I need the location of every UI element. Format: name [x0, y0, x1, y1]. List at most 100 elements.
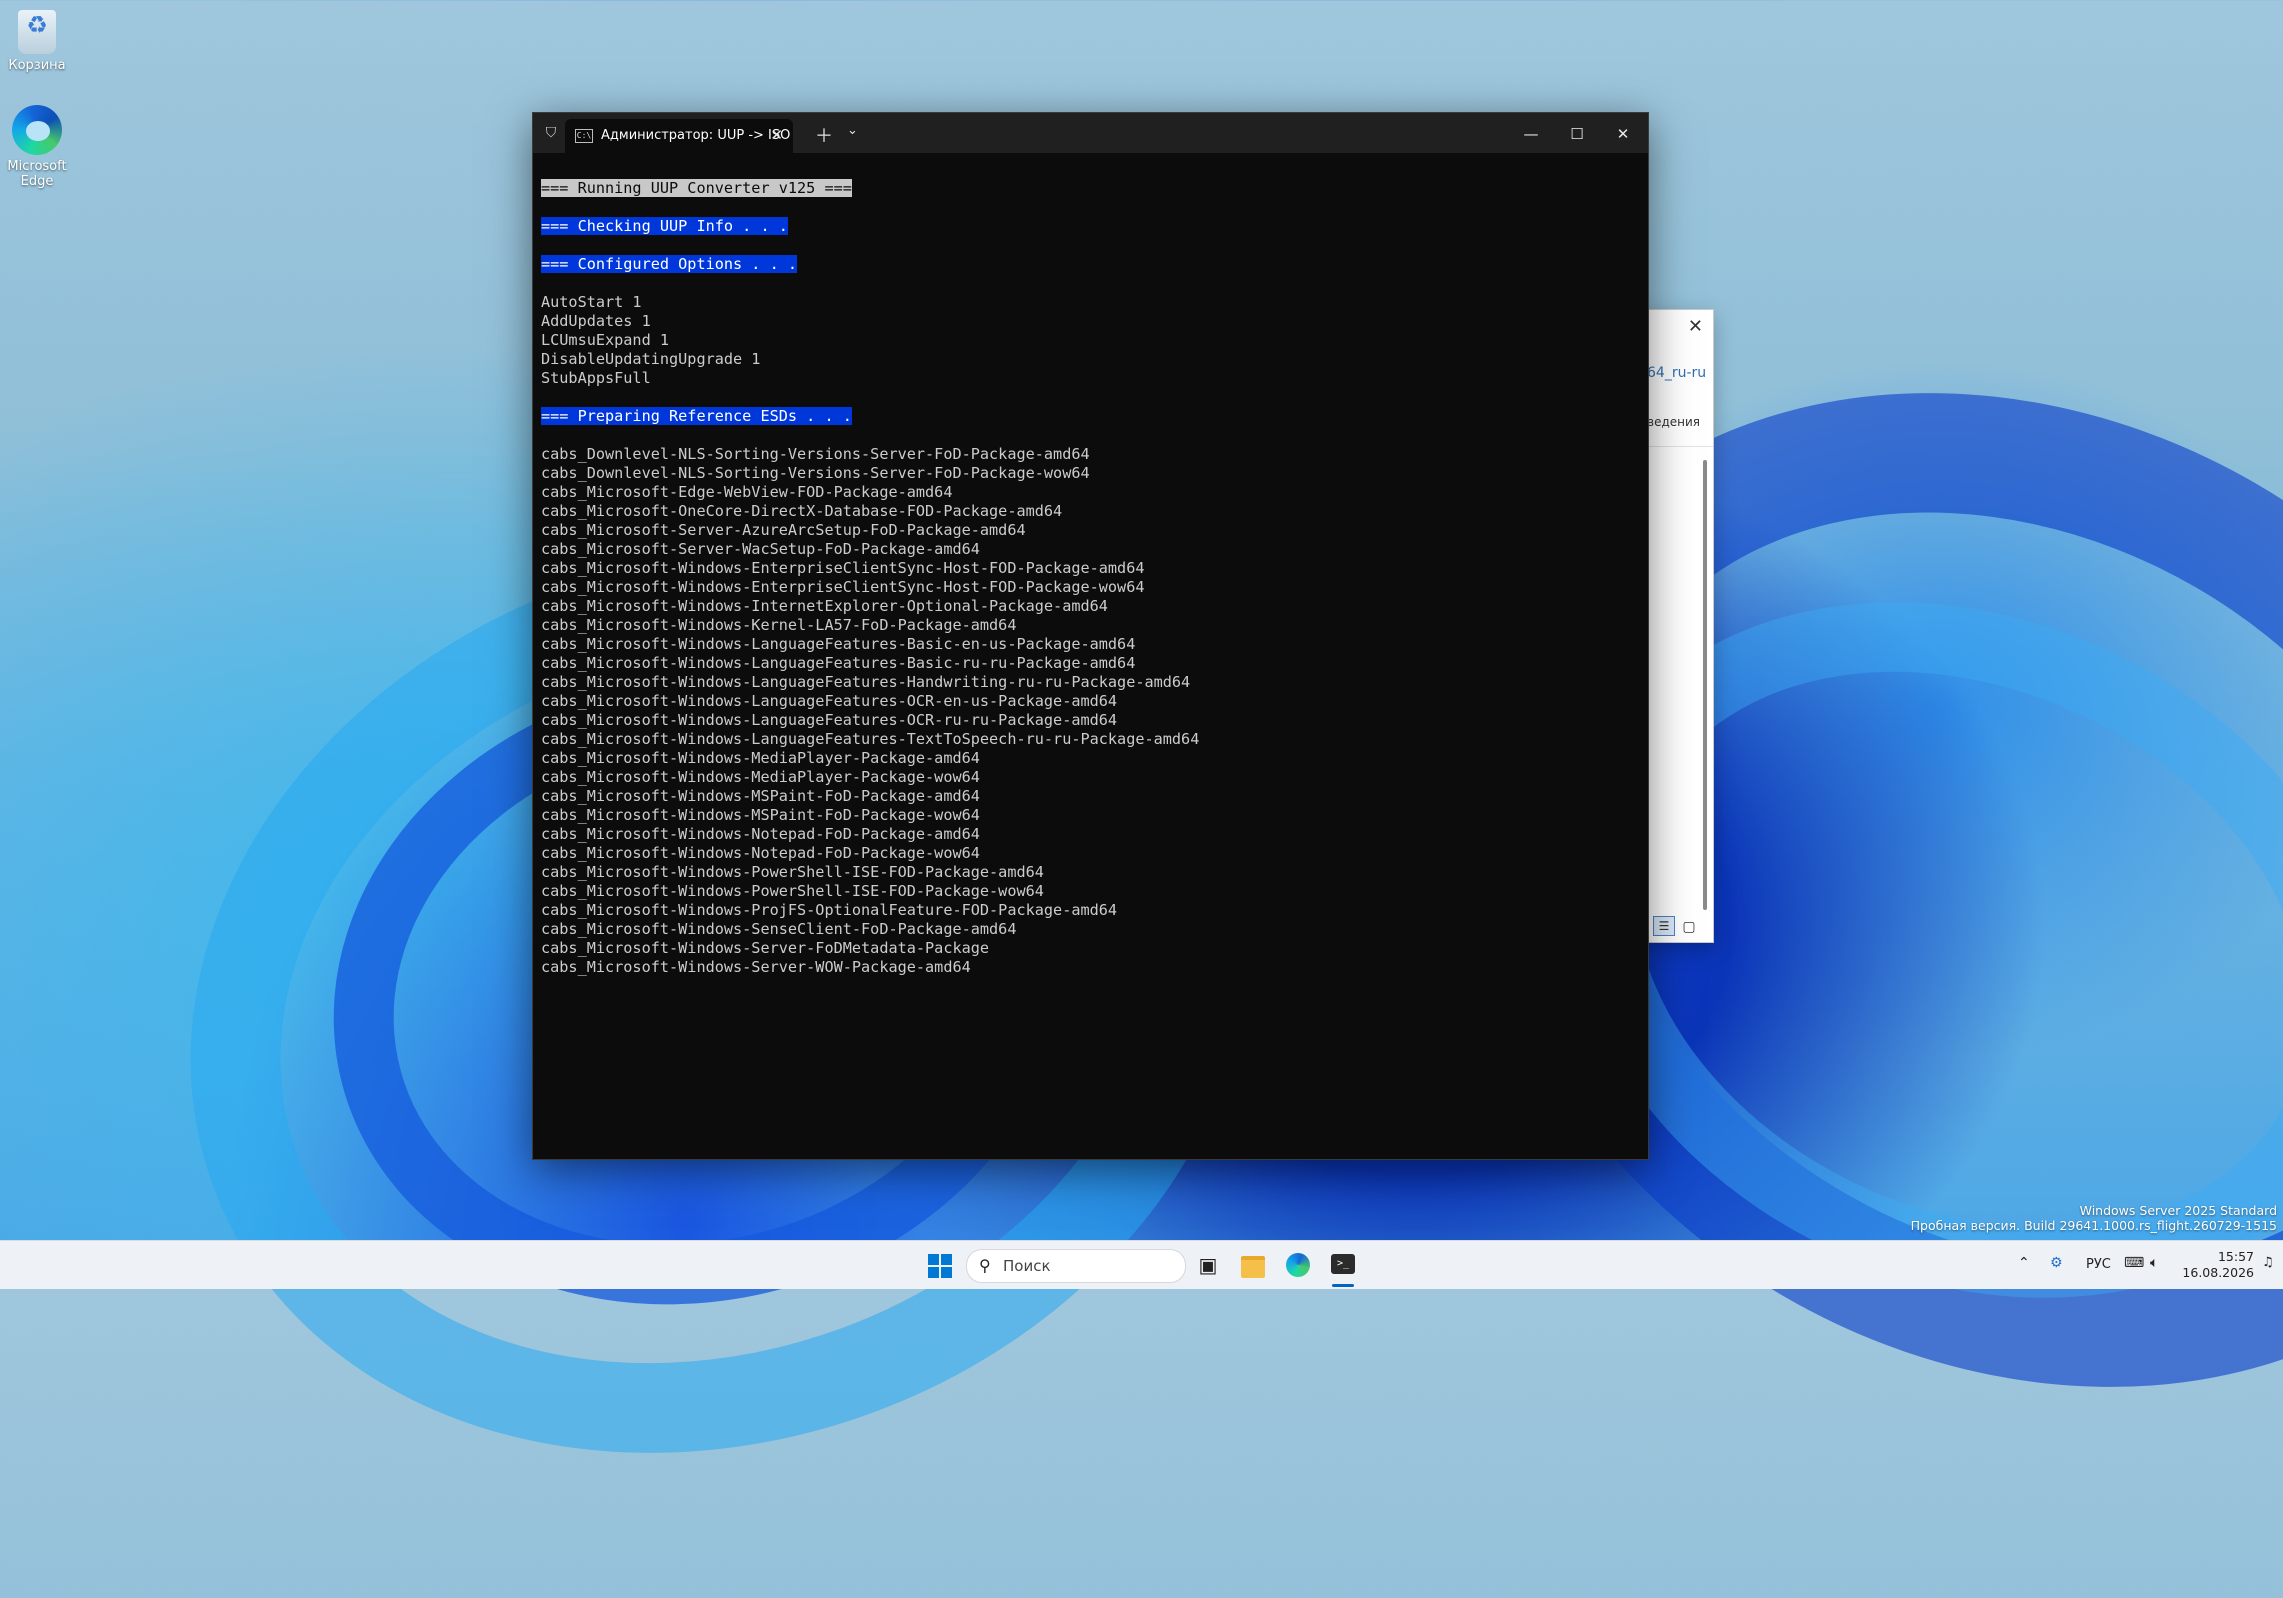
taskbar-search[interactable]: ⚲ Поиск	[966, 1249, 1186, 1283]
watermark-build: Пробная версия. Build 29641.1000.rs_flig…	[1910, 1218, 2277, 1233]
console-output[interactable]: === Running UUP Converter v125 === === Ch…	[541, 179, 1648, 1159]
taskbar: ⚲ Поиск ▣ >_ ⌃ ⚙ РУС ⌨ 🔈︎ 15:57 16.08.20…	[0, 1240, 2283, 1289]
details-view-icon[interactable]: ☰	[1653, 916, 1675, 936]
chevron-up-icon[interactable]: ⌃	[2018, 1255, 2030, 1271]
shield-icon: ⛉	[545, 125, 557, 141]
console-line-text: cabs_Microsoft-Windows-Server-WOW-Packag…	[541, 958, 971, 976]
console-line: cabs_Microsoft-Windows-LanguageFeatures-…	[541, 730, 1648, 749]
console-line: cabs_Microsoft-Windows-EnterpriseClientS…	[541, 578, 1648, 597]
terminal-window[interactable]: ⛉ C:\ Администратор: UUP -> ISO ✕ ＋ ⌄ — …	[532, 112, 1649, 1160]
language-indicator[interactable]: РУС	[2086, 1257, 2111, 1272]
start-button[interactable]	[928, 1254, 952, 1278]
terminal-taskbar-button[interactable]: >_	[1328, 1250, 1358, 1280]
console-line-highlighted: === Running UUP Converter v125 ===	[541, 179, 852, 197]
console-line: cabs_Downlevel-NLS-Sorting-Versions-Serv…	[541, 464, 1648, 483]
console-line: cabs_Downlevel-NLS-Sorting-Versions-Serv…	[541, 445, 1648, 464]
console-line-text: cabs_Microsoft-Windows-LanguageFeatures-…	[541, 692, 1118, 710]
console-line-text: cabs_Microsoft-Windows-MediaPlayer-Packa…	[541, 768, 980, 786]
desktop-icon-recycle-bin[interactable]: Корзина	[0, 10, 74, 73]
network-icon[interactable]: ⌨	[2124, 1255, 2144, 1271]
scrollbar[interactable]	[1703, 460, 1707, 910]
console-line-text: cabs_Microsoft-Windows-LanguageFeatures-…	[541, 730, 1200, 748]
tiles-view-icon[interactable]: ▢	[1679, 918, 1699, 936]
console-line-text: cabs_Downlevel-NLS-Sorting-Versions-Serv…	[541, 464, 1090, 482]
task-view-icon[interactable]: ▣	[1193, 1250, 1223, 1280]
console-line: cabs_Microsoft-Windows-PowerShell-ISE-FO…	[541, 863, 1648, 882]
console-line-text: cabs_Microsoft-Windows-InternetExplorer-…	[541, 597, 1108, 615]
console-line-text: cabs_Microsoft-Windows-Notepad-FoD-Packa…	[541, 844, 980, 862]
console-line: cabs_Microsoft-Windows-LanguageFeatures-…	[541, 654, 1648, 673]
console-line: cabs_Microsoft-Windows-PowerShell-ISE-FO…	[541, 882, 1648, 901]
console-line: === Running UUP Converter v125 ===	[541, 179, 1648, 198]
console-line-text: LCUmsuExpand 1	[541, 331, 670, 349]
console-line: cabs_Microsoft-Windows-Notepad-FoD-Packa…	[541, 844, 1648, 863]
background-explorer-window[interactable]: ✕ 64_ru-ru ведения ☰ ▢	[1640, 309, 1714, 943]
console-line-text: cabs_Microsoft-Windows-LanguageFeatures-…	[541, 673, 1191, 691]
console-line-text: AddUpdates 1	[541, 312, 651, 330]
maximize-button[interactable]: ☐	[1554, 119, 1600, 149]
console-line: cabs_Microsoft-Server-AzureArcSetup-FoD-…	[541, 521, 1648, 540]
console-line: cabs_Microsoft-Edge-WebView-FOD-Package-…	[541, 483, 1648, 502]
desktop-icon-label: Microsoft Edge	[7, 159, 67, 189]
console-line-text: cabs_Microsoft-OneCore-DirectX-Database-…	[541, 502, 1063, 520]
console-line-text: cabs_Microsoft-Windows-LanguageFeatures-…	[541, 635, 1136, 653]
edge-icon	[12, 105, 62, 155]
console-line-text: cabs_Microsoft-Windows-EnterpriseClientS…	[541, 559, 1145, 577]
path-fragment[interactable]: 64_ru-ru	[1647, 365, 1706, 381]
console-line-text: cabs_Microsoft-Server-AzureArcSetup-FoD-…	[541, 521, 1026, 539]
console-line-text: cabs_Microsoft-Windows-MSPaint-FoD-Packa…	[541, 787, 980, 805]
console-line: cabs_Microsoft-Windows-Server-WOW-Packag…	[541, 958, 1648, 977]
console-line-text: cabs_Microsoft-Windows-ProjFS-OptionalFe…	[541, 901, 1118, 919]
console-line-highlighted: === Configured Options . . .	[541, 255, 798, 273]
console-line-highlighted: === Preparing Reference ESDs . . .	[541, 407, 852, 425]
console-line-text: cabs_Microsoft-Edge-WebView-FOD-Package-…	[541, 483, 953, 501]
console-line-text: cabs_Microsoft-Windows-Server-FoDMetadat…	[541, 939, 990, 957]
clock[interactable]: 15:57 16.08.2026	[2180, 1249, 2254, 1281]
watermark-edition: Windows Server 2025 Standard	[2079, 1203, 2277, 1218]
console-line-highlighted: === Checking UUP Info . . .	[541, 217, 788, 235]
console-line-text: StubAppsFull	[541, 369, 651, 387]
console-line: cabs_Microsoft-Windows-LanguageFeatures-…	[541, 711, 1648, 730]
volume-icon[interactable]: 🔈︎	[2150, 1255, 2158, 1271]
console-line-text: cabs_Microsoft-Windows-LanguageFeatures-…	[541, 711, 1118, 729]
terminal-icon: C:\	[575, 129, 593, 143]
windows-logo-icon	[928, 1267, 939, 1278]
console-line-text: cabs_Microsoft-Windows-MSPaint-FoD-Packa…	[541, 806, 980, 824]
console-line-text: cabs_Microsoft-Windows-PowerShell-ISE-FO…	[541, 882, 1044, 900]
desktop-icon-label: Корзина	[8, 58, 66, 73]
console-line-text: cabs_Microsoft-Windows-LanguageFeatures-…	[541, 654, 1136, 672]
title-bar[interactable]: ⛉ C:\ Администратор: UUP -> ISO ✕ ＋ ⌄ — …	[533, 113, 1648, 153]
console-line: cabs_Microsoft-Windows-LanguageFeatures-…	[541, 673, 1648, 692]
edge-taskbar-button[interactable]	[1283, 1250, 1313, 1280]
search-icon: ⚲	[979, 1256, 991, 1275]
console-line: cabs_Microsoft-Windows-Server-FoDMetadat…	[541, 939, 1648, 958]
close-icon[interactable]: ✕	[1688, 316, 1703, 337]
desktop-icon-edge[interactable]: Microsoft Edge	[0, 105, 74, 189]
new-tab-icon[interactable]: ＋	[815, 122, 833, 148]
console-line: cabs_Microsoft-Windows-SenseClient-FoD-P…	[541, 920, 1648, 939]
windows-logo-icon	[941, 1254, 952, 1265]
console-line: cabs_Microsoft-Windows-MediaPlayer-Packa…	[541, 749, 1648, 768]
console-line: cabs_Microsoft-Windows-EnterpriseClientS…	[541, 559, 1648, 578]
console-line: cabs_Microsoft-Windows-LanguageFeatures-…	[541, 635, 1648, 654]
tray-app-icon[interactable]: ⚙	[2050, 1255, 2063, 1271]
file-explorer-button[interactable]	[1238, 1250, 1268, 1280]
clock-date: 16.08.2026	[2182, 1265, 2254, 1280]
tab-close-icon[interactable]: ✕	[770, 126, 783, 144]
os-watermark: Windows Server 2025 Standard Пробная вер…	[1911, 1203, 2277, 1233]
close-button[interactable]: ✕	[1600, 119, 1646, 149]
console-line-text: cabs_Microsoft-Windows-MediaPlayer-Packa…	[541, 749, 980, 767]
console-line-text: cabs_Microsoft-Windows-SenseClient-FoD-P…	[541, 920, 1017, 938]
console-line-text: cabs_Downlevel-NLS-Sorting-Versions-Serv…	[541, 445, 1090, 463]
notification-bell-icon[interactable]: ♫	[2262, 1255, 2274, 1270]
tab-uup-iso[interactable]: C:\ Администратор: UUP -> ISO ✕	[565, 119, 793, 153]
minimize-button[interactable]: —	[1508, 119, 1554, 149]
console-line-text: cabs_Microsoft-Server-WacSetup-FoD-Packa…	[541, 540, 980, 558]
chevron-down-icon[interactable]: ⌄	[847, 123, 858, 138]
console-line-text: AutoStart 1	[541, 293, 642, 311]
console-line: cabs_Microsoft-OneCore-DirectX-Database-…	[541, 502, 1648, 521]
console-line-text: cabs_Microsoft-Windows-PowerShell-ISE-FO…	[541, 863, 1044, 881]
